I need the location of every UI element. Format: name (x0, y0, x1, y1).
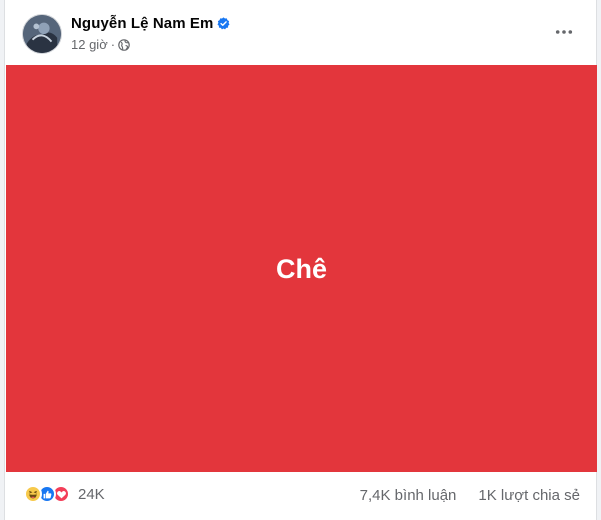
more-options-button[interactable] (546, 17, 582, 47)
post-timestamp[interactable]: 12 giờ (71, 37, 108, 52)
reaction-count: 24K (78, 485, 105, 503)
post-media[interactable]: Chê (6, 65, 597, 472)
engagement-counts: 7,4K bình luận 1K lượt chia sẻ (360, 487, 580, 504)
post-header: Nguyễn Lệ Nam Em 12 giờ · (5, 0, 596, 64)
haha-icon (24, 485, 42, 503)
meta-separator: · (110, 37, 116, 52)
post-card: Nguyễn Lệ Nam Em 12 giờ · Chê 24K 7,4K b… (4, 0, 597, 520)
avatar-image (23, 15, 61, 53)
comment-count-link[interactable]: 7,4K bình luận (360, 487, 457, 504)
share-count-link[interactable]: 1K lượt chia sẻ (478, 487, 580, 504)
author-name[interactable]: Nguyễn Lệ Nam Em (71, 15, 213, 32)
post-footer: 24K 7,4K bình luận 1K lượt chia sẻ (5, 472, 596, 520)
more-options-icon (555, 30, 573, 34)
post-meta: 12 giờ · (71, 37, 130, 52)
reactions-summary[interactable]: 24K (24, 485, 105, 503)
author-row: Nguyễn Lệ Nam Em (71, 15, 230, 32)
globe-icon[interactable] (118, 38, 130, 51)
avatar[interactable] (22, 14, 62, 54)
post-media-text: Chê (275, 254, 327, 284)
verified-badge-icon (217, 17, 230, 30)
